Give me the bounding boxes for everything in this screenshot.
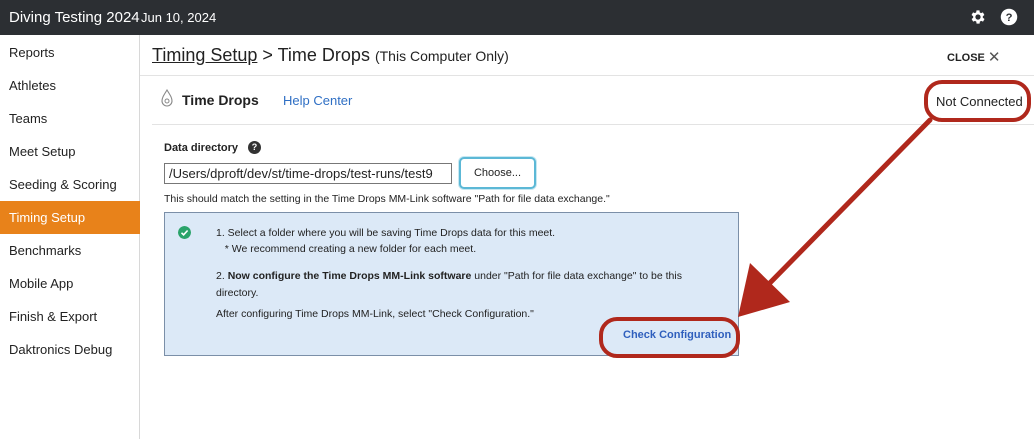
sidebar-item-daktronics-debug[interactable]: Daktronics Debug — [0, 333, 140, 366]
step-1-text: 1. Select a folder where you will be sav… — [216, 227, 556, 239]
divider — [140, 75, 1034, 76]
gear-icon[interactable] — [969, 8, 987, 26]
sidebar-item-benchmarks[interactable]: Benchmarks — [0, 234, 140, 267]
question-icon[interactable]: ? — [248, 141, 261, 154]
step-2-emphasis: Now configure the Time Drops MM-Link sof… — [227, 270, 472, 282]
top-bar: Diving Testing 2024 Jun 10, 2024 ? — [0, 0, 1034, 35]
close-button[interactable]: CLOSE ✕ — [947, 48, 1000, 66]
page-title: Time Drops — [277, 45, 370, 65]
note-quote: "Path for file data exchange." — [474, 193, 610, 205]
check-configuration-button[interactable]: Check Configuration — [623, 329, 731, 341]
sidebar-item-reports[interactable]: Reports — [0, 36, 140, 69]
step-2-number: 2. — [216, 270, 228, 282]
step-1-recommendation: * We recommend creating a new folder for… — [224, 243, 477, 255]
breadcrumb-separator: > — [257, 45, 278, 65]
annotation-arrow-head — [738, 263, 790, 317]
sidebar-item-meet-setup[interactable]: Meet Setup — [0, 135, 140, 168]
breadcrumb: Timing Setup > Time Drops (This Computer… — [152, 45, 509, 66]
note-text: This should match the setting in the Tim… — [164, 193, 475, 205]
divider — [152, 124, 1034, 125]
sidebar-item-timing-setup[interactable]: Timing Setup — [0, 201, 140, 234]
close-label: CLOSE — [947, 52, 985, 64]
step-2-text: 2. Now configure the Time Drops MM-Link … — [216, 270, 682, 282]
help-center-link[interactable]: Help Center — [283, 93, 352, 108]
breadcrumb-timing-setup-link[interactable]: Timing Setup — [152, 45, 257, 65]
data-directory-label: Data directory — [164, 142, 238, 154]
meet-date: Jun 10, 2024 — [141, 10, 217, 25]
sidebar-item-teams[interactable]: Teams — [0, 102, 140, 135]
sidebar-item-seeding-scoring[interactable]: Seeding & Scoring — [0, 168, 140, 201]
data-directory-note: This should match the setting in the Tim… — [164, 193, 610, 205]
help-icon[interactable]: ? — [1000, 8, 1018, 26]
device-title: Time Drops — [182, 92, 259, 108]
step-2-rest: under "Path for file data exchange" to b… — [471, 270, 682, 282]
step-2-continuation: directory. — [216, 287, 259, 299]
data-directory-input[interactable] — [164, 163, 452, 184]
breadcrumb-note: (This Computer Only) — [374, 48, 509, 64]
step-1-subtext: * We recommend creating a new folder for… — [216, 243, 476, 255]
sidebar: Reports Athletes Teams Meet Setup Seedin… — [0, 35, 140, 439]
annotation-arrow-line — [759, 117, 933, 294]
check-circle-icon — [178, 226, 191, 239]
close-icon: ✕ — [987, 49, 1001, 66]
instructions-panel: 1. Select a folder where you will be sav… — [164, 212, 739, 356]
connection-status: Not Connected — [936, 94, 1023, 109]
after-config-text: After configuring Time Drops MM-Link, se… — [216, 308, 534, 320]
time-drops-logo-icon — [161, 89, 173, 107]
sidebar-item-finish-export[interactable]: Finish & Export — [0, 300, 140, 333]
svg-text:?: ? — [1006, 12, 1013, 24]
sidebar-item-mobile-app[interactable]: Mobile App — [0, 267, 140, 300]
choose-folder-label: Choose... — [473, 167, 522, 179]
choose-folder-button[interactable]: Choose... — [459, 157, 536, 189]
app-title: Diving Testing 2024 — [9, 9, 140, 26]
sidebar-item-athletes[interactable]: Athletes — [0, 69, 140, 102]
